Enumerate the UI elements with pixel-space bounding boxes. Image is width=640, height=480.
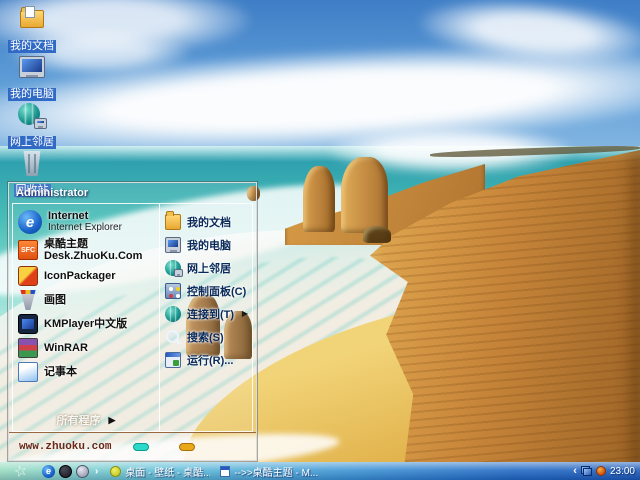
menu-item-title: KMPlayer中文版: [44, 318, 128, 330]
start-menu-footer: www.zhuoku.com: [9, 432, 256, 460]
tray-collapse-icon[interactable]: ‹: [573, 465, 577, 477]
start-menu-item-run[interactable]: 运行(R)...: [162, 348, 250, 371]
start-menu-item-my-computer[interactable]: 我的电脑: [162, 233, 250, 256]
start-menu-item-kmplayer[interactable]: KMPlayer中文版: [15, 312, 157, 336]
start-menu-programs-column: e Internet Internet Explorer SFC 桌酷主题Des…: [13, 204, 159, 431]
submenu-arrow-icon: ▶: [241, 309, 248, 318]
menu-item-label: 网上邻居: [187, 262, 231, 275]
all-programs-label: 所有程序: [56, 415, 101, 427]
start-menu-places-column: 我的文档 我的电脑 网上邻居 控制面板(C) 连接到(T) ▶ 搜索(S) 运行…: [159, 204, 252, 431]
start-menu-header: Administrator: [9, 183, 256, 203]
start-button-star-icon: ☆: [12, 461, 30, 480]
shut-down-button[interactable]: [179, 442, 196, 451]
run-icon: [165, 351, 181, 368]
start-menu-item-notepad[interactable]: 记事本: [15, 360, 157, 384]
menu-item-label: 连接到(T): [187, 308, 235, 321]
quicklaunch-kmplayer-icon[interactable]: [59, 464, 72, 478]
menu-item-title: 画图: [44, 294, 66, 306]
start-menu-item-connect-to[interactable]: 连接到(T) ▶: [162, 302, 250, 325]
menu-item-title: Internet: [48, 210, 89, 222]
taskbar: ☆ e › 桌面 - 壁纸 - 桌酷... -->>桌酷主题 - M... ‹ …: [0, 461, 640, 480]
start-menu-item-winrar[interactable]: WinRAR: [15, 336, 157, 360]
quicklaunch-expand-icon[interactable]: ›: [93, 466, 100, 477]
start-menu-item-my-documents[interactable]: 我的文档: [162, 210, 250, 233]
rock-stack: [363, 226, 391, 243]
my-documents-icon: [165, 210, 181, 230]
network-places-icon: [165, 259, 183, 277]
zhuoku-theme-icon: SFC: [18, 240, 38, 260]
winrar-icon: [18, 338, 38, 358]
document-task-icon: [220, 465, 231, 477]
mini-monitor-icon: [174, 268, 183, 277]
quick-launch-bar: e ›: [42, 464, 100, 478]
start-menu-item-iconpackager[interactable]: IconPackager: [15, 264, 157, 288]
start-menu-item-paint[interactable]: 画图: [15, 288, 157, 312]
tray-app-icon[interactable]: [595, 466, 606, 476]
wallpaper-task-icon: [110, 465, 122, 477]
quicklaunch-browser-icon[interactable]: [76, 464, 89, 478]
menu-item-label: 控制面板(C): [187, 285, 247, 298]
menu-item-title: IconPackager: [44, 270, 116, 282]
iconpackager-icon: [18, 266, 38, 286]
notepad-icon: [18, 362, 38, 382]
kmplayer-icon: [18, 314, 38, 334]
menu-item-title: 桌酷主题Desk.ZhuoKu.Com: [44, 238, 143, 262]
start-menu: Administrator e Internet Internet Explor…: [8, 182, 257, 461]
task-button-label: 桌面 - 壁纸 - 桌酷...: [125, 467, 211, 479]
my-computer-icon: [17, 52, 47, 82]
connect-to-icon: [165, 305, 181, 322]
start-menu-body: e Internet Internet Explorer SFC 桌酷主题Des…: [12, 203, 253, 432]
all-programs-arrow-icon: ▶: [108, 414, 116, 425]
menu-item-subtitle: Internet Explorer: [48, 222, 122, 233]
my-computer-icon: [165, 236, 181, 253]
internet-explorer-icon: e: [18, 210, 42, 234]
menu-item-title: WinRAR: [44, 342, 88, 354]
start-menu-item-zhuoku-theme[interactable]: SFC 桌酷主题Desk.ZhuoKu.Com: [15, 236, 157, 264]
quicklaunch-internet-explorer-icon[interactable]: e: [42, 464, 55, 478]
rock-stack: [303, 166, 335, 232]
tray-network-icon[interactable]: [580, 466, 592, 476]
task-button-theme[interactable]: -->>桌酷主题 - M...: [220, 464, 318, 479]
system-tray: ‹ 23:00: [573, 465, 640, 477]
menu-item-label: 运行(R)...: [187, 354, 234, 367]
paint-icon: [20, 290, 36, 310]
all-programs-item[interactable]: 所有程序 ▶: [15, 411, 157, 429]
log-off-button[interactable]: [133, 442, 150, 451]
start-menu-item-search[interactable]: 搜索(S): [162, 325, 250, 348]
start-button[interactable]: ☆: [0, 461, 42, 480]
desktop-icon-my-documents[interactable]: 我的文档: [6, 4, 58, 54]
menu-item-label: 搜索(S): [187, 331, 224, 344]
start-menu-item-control-panel[interactable]: 控制面板(C): [162, 279, 250, 302]
network-places-icon: [17, 100, 47, 130]
desktop-icon-my-computer[interactable]: 我的电脑: [6, 52, 58, 102]
my-documents-icon: [17, 4, 47, 34]
desktop-icon-network-places[interactable]: 网上邻居: [6, 100, 58, 150]
menu-item-title: 记事本: [44, 366, 77, 378]
start-menu-item-network-places[interactable]: 网上邻居: [162, 256, 250, 279]
recycle-bin-icon: [17, 148, 47, 178]
start-menu-item-internet[interactable]: e Internet Internet Explorer: [15, 208, 157, 236]
search-icon: [165, 329, 181, 345]
task-button-wallpaper[interactable]: 桌面 - 壁纸 - 桌酷...: [110, 464, 210, 479]
task-button-label: -->>桌酷主题 - M...: [234, 467, 319, 479]
menu-item-label: 我的电脑: [187, 239, 231, 252]
tray-clock: 23:00: [609, 465, 635, 477]
rock-stack: [341, 157, 388, 233]
user-name: Administrator: [16, 187, 89, 199]
zhuoku-website-link[interactable]: www.zhuoku.com: [19, 441, 111, 453]
control-panel-icon: [165, 282, 181, 299]
desktop-screen: 我的文档 我的电脑 网上邻居 回收站 Administrator e Inter…: [0, 0, 640, 480]
menu-item-label: 我的文档: [187, 216, 231, 229]
